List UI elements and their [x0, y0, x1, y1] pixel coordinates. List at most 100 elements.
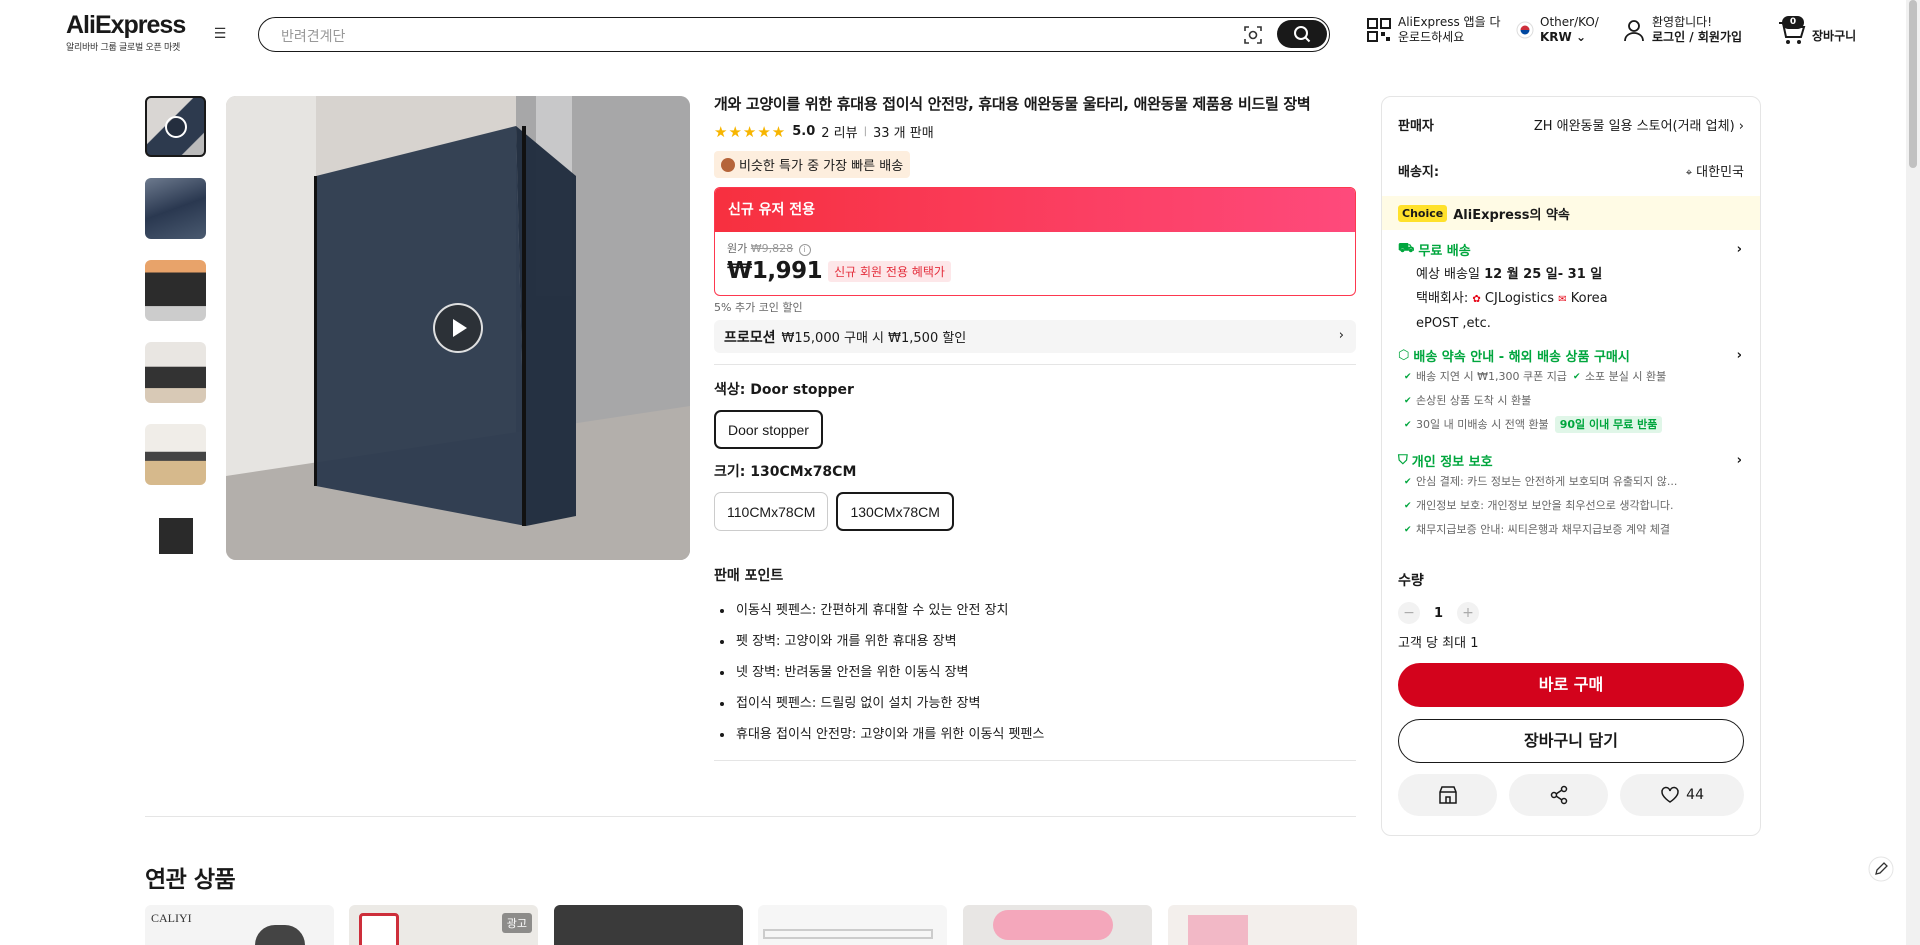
info-icon[interactable]: i [798, 244, 811, 256]
size-option[interactable]: 110CMx78CM [714, 492, 829, 531]
carrier-label: 택배회사: [1416, 291, 1469, 306]
scrollbar-thumb[interactable] [1909, 0, 1917, 168]
thumbnail-image[interactable] [145, 424, 206, 485]
heart-icon [1661, 786, 1679, 803]
related-product-card[interactable] [554, 905, 743, 945]
privacy-item: 안심 결제: 카드 정보는 안전하게 보호되며 유출되지 않... [1398, 470, 1744, 494]
chevron-down-icon: ⌄ [1575, 30, 1587, 44]
selling-point: 넷 장벽: 반려동물 안전을 위한 이동식 장벽 [734, 657, 1356, 688]
logo-text[interactable]: AliExpress [66, 12, 186, 38]
hamburger-menu-icon[interactable]: ☰ [212, 27, 228, 41]
logo-subtitle: 알리바바 그룹 글로벌 오픈 마켓 [66, 43, 180, 53]
privacy-item: 개인정보 보호: 개인정보 보안을 최우선으로 생각합니다. [1398, 494, 1744, 518]
selling-point: 펫 장벽: 고양이와 개를 위한 휴대용 장벽 [734, 626, 1356, 657]
related-product-card[interactable]: 광고 [349, 905, 538, 945]
seller-row[interactable]: 판매자 ZH 애완동물 일용 스토어(거래 업체) › [1398, 115, 1744, 134]
ad-badge: 광고 [501, 913, 532, 933]
carrier-more: ePOST ,etc. [1416, 316, 1491, 331]
buy-now-button[interactable]: 바로 구매 [1398, 663, 1744, 707]
review-count[interactable]: 2 리뷰 [821, 122, 857, 141]
size-label: 크기: 130CMx78CM [714, 464, 857, 480]
region-selector[interactable]: Other/KO/ KRW ⌄ [1516, 15, 1599, 45]
increase-quantity-button[interactable]: + [1457, 602, 1480, 624]
privacy-section[interactable]: ⛉ 개인 정보 보호 › 안심 결제: 카드 정보는 안전하게 보호되며 유출되… [1398, 451, 1744, 542]
product-title: 개와 고양이를 위한 휴대용 접이식 안전망, 휴대용 애완동물 울타리, 애완… [714, 95, 1311, 113]
promotion-text: ₩15,000 구매 시 ₩1,500 할인 [781, 331, 967, 346]
search-input[interactable]: 반려견계단 [281, 26, 345, 46]
original-price-label: 원가 [727, 242, 748, 255]
box-icon: ⬡ [1398, 348, 1410, 363]
divider [714, 760, 1356, 761]
cj-logo-icon: ✿ [1472, 294, 1481, 305]
store-button[interactable] [1398, 774, 1498, 816]
selling-points-title: 판매 포인트 [714, 568, 784, 584]
carrier-name: Korea [1570, 291, 1608, 306]
current-price: ₩1,991 [727, 258, 823, 284]
ship-to-country[interactable]: 대한민국 [1696, 165, 1744, 180]
quantity-stepper: − 1 + [1398, 602, 1480, 624]
add-to-cart-button[interactable]: 장바구니 담기 [1398, 719, 1744, 763]
thumbnail-image[interactable] [145, 342, 206, 403]
account-menu[interactable]: 환영합니다! 로그인 / 회원가입 [1622, 15, 1742, 45]
related-product-card[interactable]: CALIYI [145, 905, 334, 945]
korea-flag-icon [1516, 21, 1534, 39]
aliexpress-logo[interactable]: AliExpress 알리바바 그룹 글로벌 오픈 마켓 [66, 12, 186, 53]
wishlist-button[interactable]: 44 [1620, 774, 1744, 816]
new-user-banner: 신규 유저 전용 [715, 188, 1355, 232]
carrier-name: CJLogistics [1484, 291, 1555, 306]
app-download[interactable]: AliExpress 앱을 다 운로드하세요 [1366, 15, 1500, 45]
seller-name[interactable]: ZH 애완동물 일용 스토어(거래 업체) [1534, 119, 1735, 134]
app-download-line2: 운로드하세요 [1398, 30, 1465, 44]
image-search-icon[interactable] [1243, 25, 1263, 45]
cart-count-badge: 0 [1782, 16, 1804, 29]
related-product-card[interactable] [963, 905, 1152, 945]
thumbnail-image[interactable] [145, 506, 206, 567]
play-icon [165, 116, 187, 138]
qr-code-icon [1367, 18, 1391, 42]
selling-point: 휴대용 접이식 안전망: 고양이와 개를 위한 이동식 펫펜스 [734, 719, 1356, 750]
search-bar[interactable]: 반려견계단 [258, 17, 1330, 52]
ship-to-label: 배송지: [1398, 165, 1440, 180]
share-button[interactable] [1509, 774, 1609, 816]
currency: KRW [1540, 30, 1572, 44]
decrease-quantity-button[interactable]: − [1398, 602, 1420, 624]
promise-item: 30일 내 미배송 시 전액 환불90일 이내 무료 반품 [1398, 413, 1744, 437]
rating-row: ★★★★★ 5.0 2 리뷰 | 33 개 판매 [714, 122, 1356, 142]
size-option[interactable]: 130CMx78CM [836, 492, 954, 531]
thumbnail-image[interactable] [145, 178, 206, 239]
quantity-value[interactable]: 1 [1434, 606, 1443, 621]
welcome-text: 환영합니다! [1652, 15, 1713, 29]
thumbnail-image[interactable] [145, 260, 206, 321]
page-scrollbar[interactable] [1906, 0, 1920, 945]
star-rating: ★★★★★ [714, 122, 787, 141]
promotion-row[interactable]: 프로모션 ₩15,000 구매 시 ₩1,500 할인 › [714, 320, 1356, 353]
main-product-image[interactable] [226, 96, 690, 560]
purchase-panel: 판매자 ZH 애완동물 일용 스토어(거래 업체) › 배송지: ⌖ 대한민국 … [1381, 96, 1761, 836]
promise-item: 손상된 상품 도착 시 환불 [1398, 389, 1744, 413]
share-icon [1550, 785, 1567, 805]
play-video-button[interactable] [433, 303, 483, 353]
store-icon [1438, 786, 1457, 804]
promotion-label: 프로모션 [724, 329, 776, 346]
login-link[interactable]: 로그인 / 회원가입 [1652, 30, 1742, 45]
brand-label: CALIYI [151, 911, 192, 925]
region-language: Other/KO/ [1540, 15, 1599, 29]
sold-count: 33 개 판매 [872, 126, 934, 141]
top-header: AliExpress 알리바바 그룹 글로벌 오픈 마켓 ☰ 반려견계단 Ali… [0, 0, 1920, 66]
eta-date: 12 월 25 일- 31 일 [1484, 267, 1603, 282]
shipping-section[interactable]: ⛟ 무료 배송 › 예상 배송일 12 월 25 일- 31 일 택배회사: ✿… [1398, 240, 1744, 336]
choice-promise-bar: Choice AliExpress의 약속 [1382, 196, 1760, 230]
eta-label: 예상 배송일 [1416, 267, 1480, 282]
search-button[interactable] [1277, 20, 1327, 48]
delivery-promise-section[interactable]: ⬡ 배송 약속 안내 - 해외 배송 상품 구매시 › 배송 지연 시 ₩1,3… [1398, 346, 1744, 437]
new-member-badge: 신규 회원 전용 혜택가 [828, 260, 951, 282]
color-option[interactable]: Door stopper [714, 410, 823, 449]
ship-to-row[interactable]: 배송지: ⌖ 대한민국 [1398, 161, 1744, 180]
related-product-card[interactable] [1168, 905, 1357, 945]
original-price-value: ₩9,828 [750, 242, 794, 255]
color-label: 색상: Door stopper [714, 382, 854, 398]
edit-icon[interactable] [1868, 856, 1894, 882]
thumbnail-video[interactable] [145, 96, 206, 157]
promise-item: 배송 지연 시 ₩1,300 쿠폰 지급✔소포 분실 시 환불 [1398, 365, 1744, 389]
related-product-card[interactable] [758, 905, 947, 945]
